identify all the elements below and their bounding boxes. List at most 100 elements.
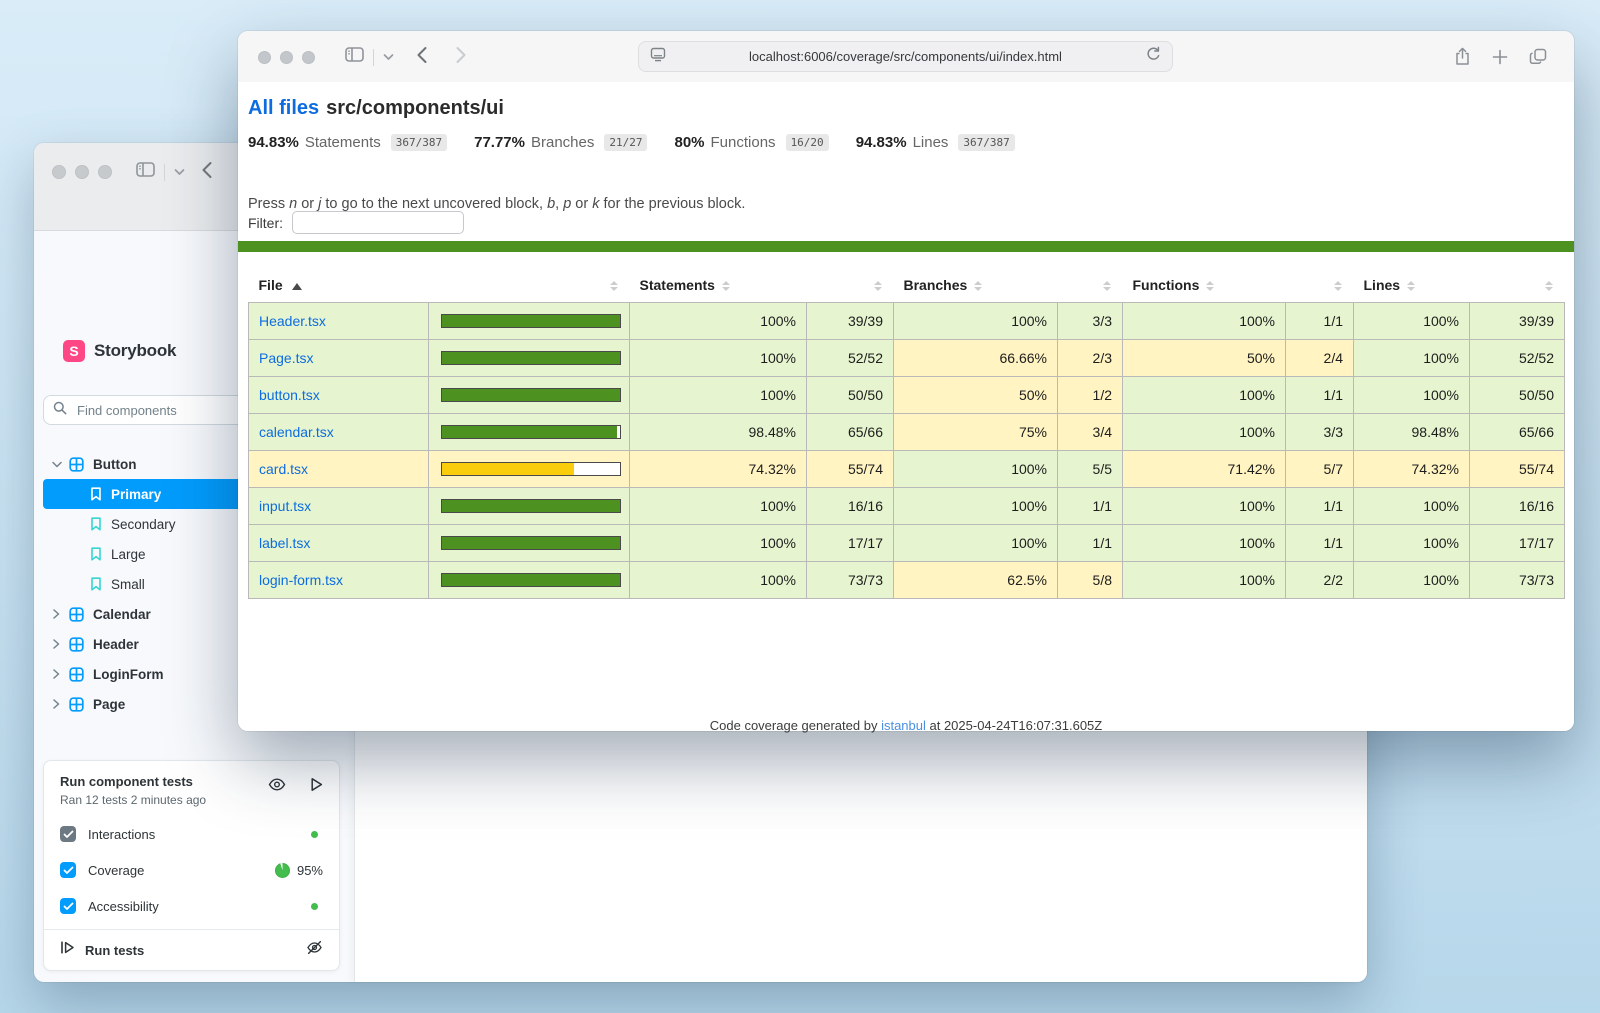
chevron-down-icon[interactable]: [174, 163, 185, 181]
statements-fraction-cell: 73/73: [807, 562, 894, 599]
file-link[interactable]: input.tsx: [259, 498, 311, 514]
file-link[interactable]: login-form.tsx: [259, 572, 343, 588]
branches-fraction-cell: 5/8: [1058, 562, 1123, 599]
column-header-lines[interactable]: Lines: [1354, 268, 1470, 303]
branches-percent-cell: 66.66%: [894, 340, 1058, 377]
sidebar-item-label: Header: [93, 637, 139, 652]
file-link[interactable]: button.tsx: [259, 387, 320, 403]
minimize-button[interactable]: [75, 165, 89, 179]
column-header-statements-fraction[interactable]: [807, 268, 894, 303]
test-item-coverage: Coverage95%: [60, 853, 323, 887]
functions-percent-cell: 100%: [1123, 303, 1286, 340]
interactions-checkbox[interactable]: [60, 826, 76, 842]
run-tests-bar[interactable]: Run tests: [44, 929, 339, 970]
sort-icon[interactable]: [1407, 281, 1415, 291]
tab-overview-icon[interactable]: [1529, 48, 1547, 70]
breadcrumb: All files src/components/ui: [248, 97, 504, 120]
chevron-down-icon[interactable]: [52, 460, 62, 469]
coverage-bar: [441, 351, 621, 365]
new-tab-icon[interactable]: [1492, 49, 1508, 70]
column-header-file[interactable]: File: [249, 268, 429, 303]
sort-ascending-icon: [292, 283, 302, 290]
table-row: calendar.tsx98.48%65/6675%3/4100%3/398.4…: [249, 414, 1565, 451]
coverage-bar-cell: [429, 451, 630, 488]
share-icon[interactable]: [1454, 47, 1471, 71]
search-icon: [53, 401, 67, 420]
sort-icon[interactable]: [1103, 281, 1111, 291]
branches-percent-cell: 100%: [894, 303, 1058, 340]
storybook-logo-icon: S: [63, 340, 85, 362]
watch-eye-icon[interactable]: [268, 778, 286, 796]
file-link[interactable]: Page.tsx: [259, 350, 313, 366]
stat-percent: 80%: [674, 134, 704, 151]
branches-percent-cell: 62.5%: [894, 562, 1058, 599]
lines-fraction-cell: 73/73: [1470, 562, 1565, 599]
lines-fraction-cell: 50/50: [1470, 377, 1565, 414]
status-dot: [311, 831, 318, 838]
watch-mode-off-icon[interactable]: [306, 940, 323, 960]
sort-icon[interactable]: [610, 281, 618, 291]
stat-percent: 94.83%: [856, 134, 907, 151]
column-header-statements[interactable]: Statements: [630, 268, 807, 303]
sort-icon[interactable]: [874, 281, 882, 291]
column-header-functions[interactable]: Functions: [1123, 268, 1286, 303]
story-bookmark-icon: [90, 487, 102, 501]
statements-fraction-cell: 50/50: [807, 377, 894, 414]
reload-icon[interactable]: [1145, 46, 1161, 67]
play-icon[interactable]: [310, 777, 323, 797]
page-format-icon[interactable]: [650, 47, 666, 67]
component-grid-icon: [69, 697, 84, 712]
sort-icon[interactable]: [722, 281, 730, 291]
lines-fraction-cell: 65/66: [1470, 414, 1565, 451]
column-header-chart[interactable]: [429, 268, 630, 303]
coverage-bar: [441, 499, 621, 513]
sort-icon[interactable]: [1334, 281, 1342, 291]
coverage-summary: 94.83%Statements367/38777.77%Branches21/…: [248, 134, 1042, 151]
zoom-button[interactable]: [98, 165, 112, 179]
chevron-right-icon[interactable]: [52, 639, 62, 649]
column-header-branches-fraction[interactable]: [1058, 268, 1123, 303]
sidebar-toggle-icon[interactable]: [136, 162, 155, 182]
chevron-down-icon[interactable]: [383, 48, 394, 66]
branches-fraction-cell: 2/3: [1058, 340, 1123, 377]
sidebar-toggle-icon[interactable]: [345, 47, 364, 67]
stat-label: Statements: [305, 134, 381, 151]
file-link[interactable]: Header.tsx: [259, 313, 326, 329]
stat-fraction-badge: 367/387: [391, 134, 447, 151]
url-text[interactable]: localhost:6006/coverage/src/components/u…: [666, 49, 1145, 64]
close-button[interactable]: [52, 165, 66, 179]
chevron-right-icon[interactable]: [52, 609, 62, 619]
column-header-functions-fraction[interactable]: [1286, 268, 1354, 303]
chevron-right-icon[interactable]: [52, 669, 62, 679]
column-header-branches[interactable]: Branches: [894, 268, 1058, 303]
file-link[interactable]: card.tsx: [259, 461, 308, 477]
minimize-button[interactable]: [280, 51, 293, 64]
status-dot: [311, 903, 318, 910]
istanbul-link[interactable]: istanbul: [881, 718, 926, 733]
zoom-button[interactable]: [302, 51, 315, 64]
accessibility-checkbox[interactable]: [60, 898, 76, 914]
all-files-link[interactable]: All files: [248, 97, 319, 119]
close-button[interactable]: [258, 51, 271, 64]
chevron-right-icon[interactable]: [52, 699, 62, 709]
filter-input[interactable]: [292, 211, 464, 234]
table-row: button.tsx100%50/5050%1/2100%1/1100%50/5…: [249, 377, 1565, 414]
back-icon[interactable]: [416, 46, 428, 69]
lines-percent-cell: 98.48%: [1354, 414, 1470, 451]
back-icon[interactable]: [201, 161, 213, 184]
breadcrumb-current: src/components/ui: [326, 97, 504, 119]
sort-icon[interactable]: [1545, 281, 1553, 291]
column-header-lines-fraction[interactable]: [1470, 268, 1565, 303]
sort-icon[interactable]: [1206, 281, 1214, 291]
sidebar-item-label: Small: [111, 577, 145, 592]
file-link[interactable]: calendar.tsx: [259, 424, 334, 440]
file-link[interactable]: label.tsx: [259, 535, 310, 551]
sort-icon[interactable]: [974, 281, 982, 291]
lines-percent-cell: 100%: [1354, 377, 1470, 414]
address-bar[interactable]: localhost:6006/coverage/src/components/u…: [638, 41, 1173, 72]
component-grid-icon: [69, 667, 84, 682]
coverage-checkbox[interactable]: [60, 862, 76, 878]
forward-icon[interactable]: [455, 46, 467, 69]
lines-fraction-cell: 17/17: [1470, 525, 1565, 562]
lines-percent-cell: 100%: [1354, 488, 1470, 525]
